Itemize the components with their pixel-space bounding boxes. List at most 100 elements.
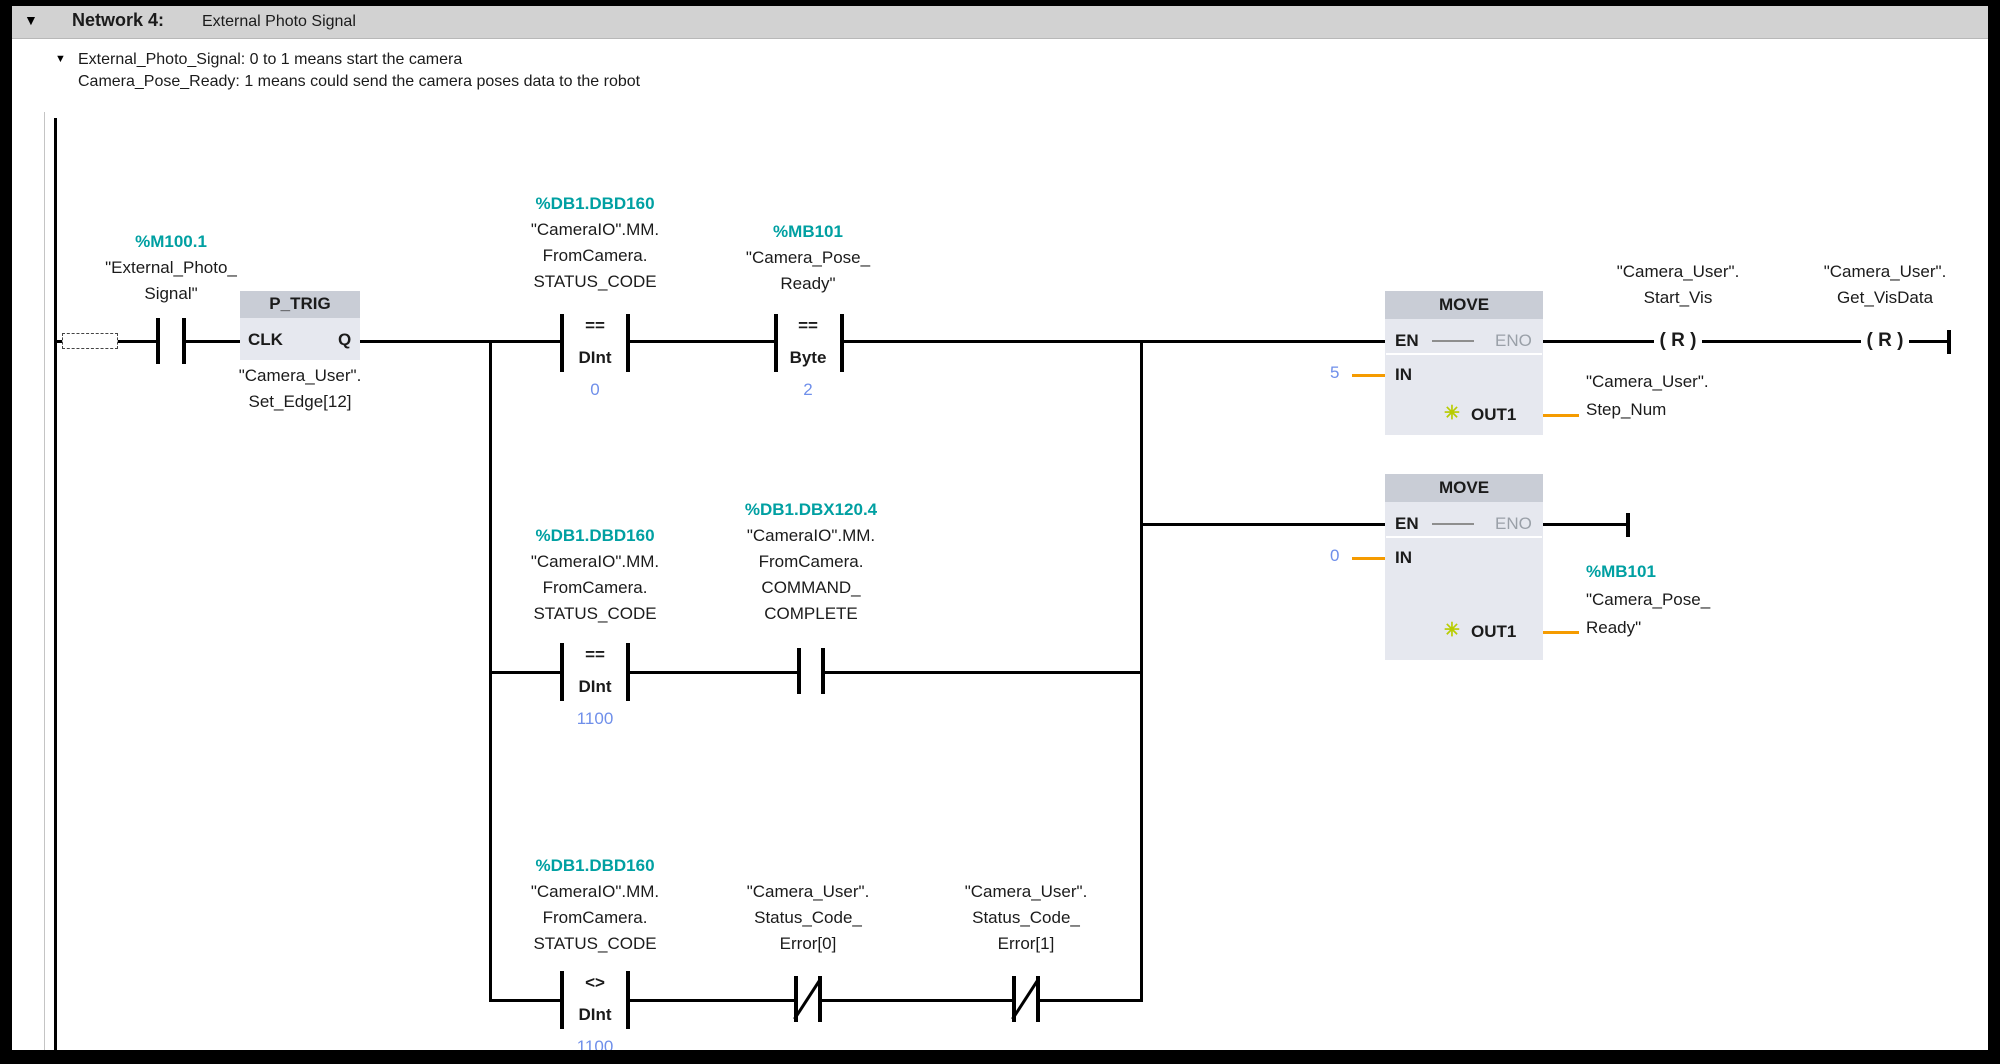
ptrig-title[interactable]: P_TRIG xyxy=(269,294,330,314)
move1-pin-out1[interactable]: OUT1 xyxy=(1471,405,1516,425)
contact-operand[interactable]: Signal" xyxy=(144,284,197,304)
coil1-operand[interactable]: Start_Vis xyxy=(1644,288,1713,308)
branch3-cmp-contact[interactable] xyxy=(560,971,564,1029)
comment-line-1[interactable]: External_Photo_Signal: 0 to 1 means star… xyxy=(78,50,462,70)
move1-pin-eno[interactable]: ENO xyxy=(1495,331,1532,351)
branch2-contact-operand[interactable]: COMPLETE xyxy=(764,604,858,624)
move2-out-operand[interactable]: "Camera_Pose_ xyxy=(1586,590,1710,610)
branch2-cmp-operand[interactable]: FromCamera. xyxy=(543,578,648,598)
cmp2-value[interactable]: 2 xyxy=(803,380,812,400)
branch3-cmp-operator[interactable]: <> xyxy=(585,973,605,993)
move1-title[interactable]: MOVE xyxy=(1439,295,1489,315)
comment-line-2[interactable]: Camera_Pose_Ready: 1 means could send th… xyxy=(78,72,640,92)
reset-coil-get-visdata[interactable]: ( R ) xyxy=(1867,330,1904,352)
comment-collapse-icon[interactable]: ▼ xyxy=(55,53,66,65)
cmp1-address[interactable]: %DB1.DBD160 xyxy=(535,194,654,214)
branch2-cmp-type[interactable]: DInt xyxy=(578,677,611,697)
branch2-contact-operand[interactable]: "CameraIO".MM. xyxy=(747,526,875,546)
coil2-operand[interactable]: "Camera_User". xyxy=(1824,262,1947,282)
nc2-operand[interactable]: Error[1] xyxy=(998,934,1055,954)
nc2-operand[interactable]: "Camera_User". xyxy=(965,882,1088,902)
move2-pin-in[interactable]: IN xyxy=(1395,548,1412,568)
cmp1-type[interactable]: DInt xyxy=(578,348,611,368)
ptrig-operand[interactable]: "Camera_User". xyxy=(239,366,362,386)
branch3-cmp-address[interactable]: %DB1.DBD160 xyxy=(535,856,654,876)
move2-out-operand[interactable]: Ready" xyxy=(1586,618,1641,638)
network-collapse-icon[interactable]: ▼ xyxy=(24,12,38,28)
move2-pin-eno[interactable]: ENO xyxy=(1495,514,1532,534)
empty-element-placeholder[interactable] xyxy=(62,333,118,349)
wire xyxy=(630,340,778,343)
branch2-contact-address[interactable]: %DB1.DBX120.4 xyxy=(745,500,877,520)
cmp2-contact[interactable] xyxy=(840,314,844,372)
no-contact-external-photo-signal[interactable] xyxy=(182,318,186,364)
cmp2-operator[interactable]: == xyxy=(798,316,818,336)
move2-title[interactable]: MOVE xyxy=(1439,478,1489,498)
branch2-cmp-operator[interactable]: == xyxy=(585,645,605,665)
branch3-cmp-operand[interactable]: "CameraIO".MM. xyxy=(531,882,659,902)
contact-address[interactable]: %M100.1 xyxy=(135,232,207,252)
nc1-operand[interactable]: "Camera_User". xyxy=(747,882,870,902)
move1-out-operand[interactable]: Step_Num xyxy=(1586,400,1666,420)
move1-in-value[interactable]: 5 xyxy=(1330,363,1339,383)
branch3-cmp-operand[interactable]: FromCamera. xyxy=(543,908,648,928)
ptrig-pin-clk[interactable]: CLK xyxy=(248,330,283,350)
move1-pin-in[interactable]: IN xyxy=(1395,365,1412,385)
en-eno-dash xyxy=(1432,340,1474,342)
en-eno-dash xyxy=(1432,523,1474,525)
wire xyxy=(1040,999,1143,1002)
move2-in-value[interactable]: 0 xyxy=(1330,546,1339,566)
wire xyxy=(360,340,562,343)
no-contact-command-complete[interactable] xyxy=(797,648,801,694)
cmp2-type[interactable]: Byte xyxy=(790,348,827,368)
cmp2-operand[interactable]: Ready" xyxy=(780,274,835,294)
move1-pin-en[interactable]: EN xyxy=(1395,331,1419,351)
nc1-operand[interactable]: Status_Code_ xyxy=(754,908,862,928)
move2-out-address[interactable]: %MB101 xyxy=(1586,562,1656,582)
wire xyxy=(630,999,794,1002)
no-contact-command-complete[interactable] xyxy=(821,648,825,694)
branch2-cmp-contact[interactable] xyxy=(560,643,564,701)
network-title[interactable]: External Photo Signal xyxy=(202,12,356,32)
orange-wire xyxy=(1352,557,1385,560)
power-rail xyxy=(54,118,57,1050)
orange-wire xyxy=(1352,374,1385,377)
branch3-cmp-value[interactable]: 1100 xyxy=(577,1037,614,1050)
ptrig-pin-q[interactable]: Q xyxy=(338,330,351,350)
branch2-contact-operand[interactable]: FromCamera. xyxy=(759,552,864,572)
no-contact-external-photo-signal[interactable] xyxy=(156,318,160,364)
cmp1-operand[interactable]: "CameraIO".MM. xyxy=(531,220,659,240)
branch3-cmp-contact[interactable] xyxy=(626,971,630,1029)
block-separator xyxy=(1386,353,1542,355)
cmp1-operand[interactable]: FromCamera. xyxy=(543,246,648,266)
network-label[interactable]: Network 4: xyxy=(72,10,164,30)
cmp2-operand[interactable]: "Camera_Pose_ xyxy=(746,248,870,268)
contact-operand[interactable]: "External_Photo_ xyxy=(105,258,237,278)
nc1-operand[interactable]: Error[0] xyxy=(780,934,837,954)
reset-coil-start-vis[interactable]: ( R ) xyxy=(1660,330,1697,352)
cmp1-value[interactable]: 0 xyxy=(590,380,599,400)
branch2-cmp-operand[interactable]: STATUS_CODE xyxy=(533,604,656,624)
network-body-border xyxy=(44,112,45,1050)
move2-pin-out1[interactable]: OUT1 xyxy=(1471,622,1516,642)
tia-portal-network-view: ▼ Network 4: External Photo Signal ▼ Ext… xyxy=(0,0,2000,1064)
cmp1-contact[interactable] xyxy=(560,314,564,372)
nc2-operand[interactable]: Status_Code_ xyxy=(972,908,1080,928)
branch3-cmp-operand[interactable]: STATUS_CODE xyxy=(533,934,656,954)
cmp2-contact[interactable] xyxy=(774,314,778,372)
branch2-contact-operand[interactable]: COMMAND_ xyxy=(761,578,860,598)
branch2-cmp-value[interactable]: 1100 xyxy=(577,709,614,729)
branch2-cmp-address[interactable]: %DB1.DBD160 xyxy=(535,526,654,546)
cmp2-address[interactable]: %MB101 xyxy=(773,222,843,242)
coil2-operand[interactable]: Get_VisData xyxy=(1837,288,1933,308)
coil1-operand[interactable]: "Camera_User". xyxy=(1617,262,1740,282)
move2-pin-en[interactable]: EN xyxy=(1395,514,1419,534)
cmp1-contact[interactable] xyxy=(626,314,630,372)
branch2-cmp-operand[interactable]: "CameraIO".MM. xyxy=(531,552,659,572)
cmp1-operator[interactable]: == xyxy=(585,316,605,336)
branch2-cmp-contact[interactable] xyxy=(626,643,630,701)
cmp1-operand[interactable]: STATUS_CODE xyxy=(533,272,656,292)
move1-out-operand[interactable]: "Camera_User". xyxy=(1586,372,1709,392)
ptrig-operand[interactable]: Set_Edge[12] xyxy=(248,392,351,412)
branch3-cmp-type[interactable]: DInt xyxy=(578,1005,611,1025)
